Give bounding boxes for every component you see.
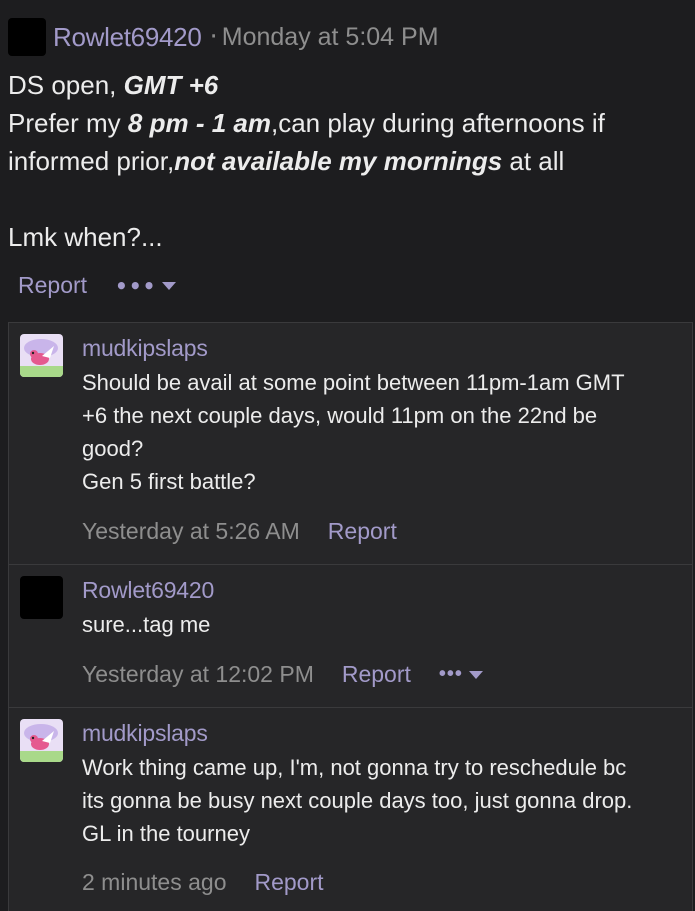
reply-author[interactable]: mudkipslaps xyxy=(82,335,208,362)
reply-list: mudkipslaps Should be avail at some poin… xyxy=(8,322,693,911)
reply-item: mudkipslaps Should be avail at some poin… xyxy=(9,323,692,565)
post-actions: Report ••• xyxy=(18,272,177,299)
post-text: Prefer my xyxy=(8,108,128,138)
avatar[interactable] xyxy=(8,18,46,56)
reply-timestamp[interactable]: Yesterday at 5:26 AM xyxy=(82,518,300,545)
post-bold-text: 8 pm - 1 am xyxy=(127,108,271,138)
reply-author[interactable]: mudkipslaps xyxy=(82,720,208,747)
reply-timestamp[interactable]: 2 minutes ago xyxy=(82,869,226,896)
reply-line: its gonna be busy next couple days too, … xyxy=(82,788,633,813)
post-line: informed prior,not available my mornings… xyxy=(8,142,688,180)
ellipsis-icon: ••• xyxy=(115,273,157,298)
reply-item: Rowlet69420 sure...tag me Yesterday at 1… xyxy=(9,565,692,708)
reply-body: Work thing came up, I'm, not gonna try t… xyxy=(82,751,682,850)
thread-page: Rowlet69420 · Monday at 5:04 PM DS open,… xyxy=(0,0,695,911)
reply-body: sure...tag me xyxy=(82,608,682,641)
reply-line: good? xyxy=(82,436,144,461)
reply-line: Gen 5 first battle? xyxy=(82,469,256,494)
report-button[interactable]: Report xyxy=(254,869,323,896)
report-button[interactable]: Report xyxy=(342,661,411,688)
reply-author[interactable]: Rowlet69420 xyxy=(82,577,214,604)
reply-timestamp[interactable]: Yesterday at 12:02 PM xyxy=(82,661,314,688)
reply-line: +6 the next couple days, would 11pm on t… xyxy=(82,403,598,428)
avatar[interactable] xyxy=(20,334,63,377)
chevron-down-icon xyxy=(162,281,177,290)
separator: · xyxy=(209,22,218,52)
avatar[interactable] xyxy=(20,719,63,762)
reply-line: Should be avail at some point between 11… xyxy=(82,370,625,395)
post-header: Rowlet69420 · Monday at 5:04 PM xyxy=(8,18,439,56)
pokemon-avatar-icon xyxy=(20,719,63,762)
post-line: Prefer my 8 pm - 1 am,can play during af… xyxy=(8,104,688,142)
post-body: DS open, GMT +6 Prefer my 8 pm - 1 am,ca… xyxy=(8,66,688,256)
post-bold-text: not available my mornings xyxy=(174,146,503,176)
more-menu-button[interactable]: ••• xyxy=(439,663,483,686)
post-text: ,can play during afternoons if xyxy=(270,108,605,138)
reply-item: mudkipslaps Work thing came up, I'm, not… xyxy=(9,708,692,911)
post-line: DS open, GMT +6 xyxy=(8,66,688,104)
post-author[interactable]: Rowlet69420 xyxy=(53,22,202,53)
chevron-down-icon xyxy=(468,670,483,679)
post-text: informed prior, xyxy=(8,146,175,176)
post-text: DS open, xyxy=(8,70,124,100)
avatar[interactable] xyxy=(20,576,63,619)
pokemon-avatar-icon xyxy=(20,334,63,377)
reply-meta: Yesterday at 5:26 AM Report xyxy=(82,518,397,545)
reply-line: GL in the tourney xyxy=(82,821,250,846)
reply-body: Should be avail at some point between 11… xyxy=(82,366,682,498)
post-bold-text: GMT +6 xyxy=(123,70,219,100)
more-menu-button[interactable]: ••• xyxy=(115,273,177,298)
report-button[interactable]: Report xyxy=(328,518,397,545)
post-text: at all xyxy=(502,146,565,176)
reply-meta: 2 minutes ago Report xyxy=(82,869,324,896)
post-timestamp[interactable]: Monday at 5:04 PM xyxy=(222,23,439,52)
report-button[interactable]: Report xyxy=(18,272,87,299)
reply-line: sure...tag me xyxy=(82,612,211,637)
reply-meta: Yesterday at 12:02 PM Report ••• xyxy=(82,661,483,688)
ellipsis-icon: ••• xyxy=(438,663,463,685)
reply-line: Work thing came up, I'm, not gonna try t… xyxy=(82,755,627,780)
post-line: Lmk when?... xyxy=(8,222,163,252)
